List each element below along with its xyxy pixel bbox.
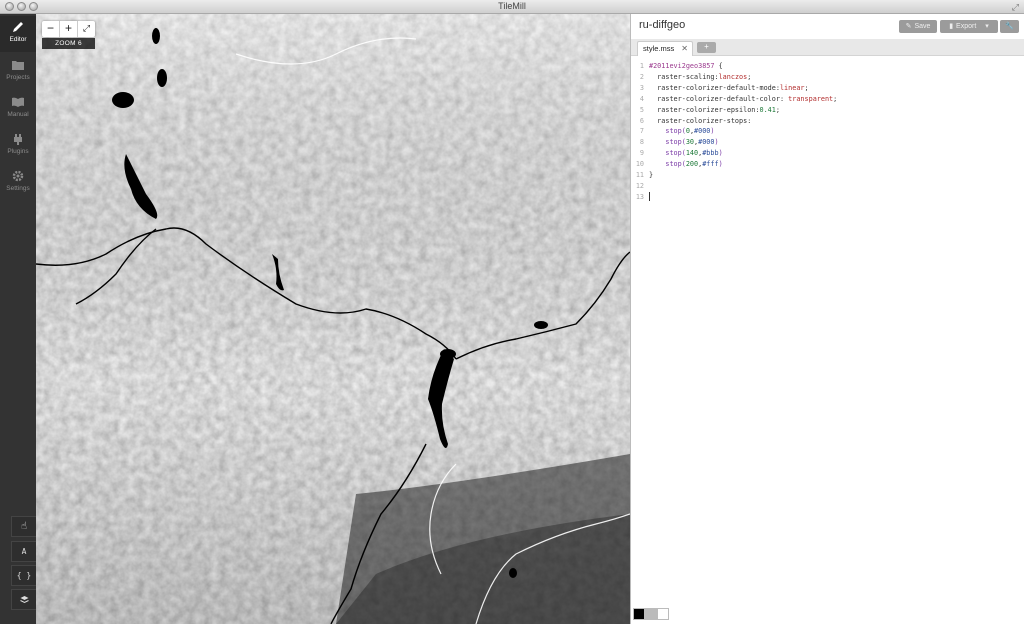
code-text: stop(140,#bbb) xyxy=(665,149,723,158)
tool-layers-button[interactable] xyxy=(11,589,36,610)
layers-icon xyxy=(19,596,29,604)
code-text: raster-scaling:lanczos; xyxy=(649,72,752,81)
line-number: 9 xyxy=(639,149,644,158)
window-titlebar: TileMill ⤢ xyxy=(0,0,1024,14)
zoom-level-label: ZOOM 6 xyxy=(42,38,95,49)
raster-map xyxy=(36,14,630,624)
swatch-black[interactable] xyxy=(633,608,645,620)
text-cursor xyxy=(649,192,650,201)
code-editor[interactable]: 1 #2011evi2geo3857 { 2 raster-scaling:lanc… xyxy=(631,58,1024,606)
map-view[interactable]: − + ⤢ ZOOM 6 xyxy=(36,14,630,624)
code-text: stop(0,#000) xyxy=(665,127,715,136)
sidebar-item-label: Settings xyxy=(6,185,30,192)
save-label: Save xyxy=(914,23,931,30)
fullscreen-icon[interactable]: ⤢ xyxy=(1012,2,1019,13)
sidebar-item-editor[interactable]: Editor xyxy=(0,16,36,52)
line-number: 1 xyxy=(639,62,644,70)
code-line: 6 raster-colorizer-stops: xyxy=(631,116,1024,127)
pencil-icon xyxy=(13,22,23,32)
settings-wrench-button[interactable]: 🔧 xyxy=(1000,20,1019,33)
sidebar-item-label: Plugins xyxy=(7,148,29,155)
sidebar-item-settings[interactable]: Settings xyxy=(0,165,36,201)
line-number: 13 xyxy=(635,192,644,201)
line-number: 10 xyxy=(635,160,644,169)
export-button[interactable]: ▮ Export ▾ xyxy=(940,20,998,33)
chevron-down-icon: ▾ xyxy=(985,23,989,30)
code-line: 10 stop(200,#fff) xyxy=(631,159,1024,170)
code-line: 2 raster-scaling:lanczos; xyxy=(631,72,1024,83)
export-label: Export xyxy=(956,23,977,30)
tool-pointer-button[interactable]: ☝ xyxy=(11,516,36,537)
code-text: raster-colorizer-default-color: transpar… xyxy=(649,94,838,103)
code-text: stop(200,#fff) xyxy=(665,160,723,169)
line-number: 7 xyxy=(639,127,644,136)
code-line: 7 stop(0,#000) xyxy=(631,126,1024,137)
tabs-bar: style.mss ✕ + xyxy=(631,39,1024,56)
braces-icon: { } xyxy=(16,571,32,580)
folder-icon xyxy=(12,61,24,70)
code-line: 3 raster-colorizer-default-mode:linear; xyxy=(631,83,1024,94)
line-number: 8 xyxy=(639,138,644,147)
line-number: 6 xyxy=(639,116,644,125)
line-number: 2 xyxy=(639,72,644,81)
sidebar-item-label: Editor xyxy=(9,36,27,43)
code-line: 12 xyxy=(631,181,1024,192)
project-title: ru-diffgeo xyxy=(639,19,686,31)
book-icon xyxy=(12,97,24,107)
code-text: stop(30,#000) xyxy=(665,138,719,147)
hand-pointer-icon: ☝ xyxy=(20,521,28,532)
code-line: 8 stop(30,#000) xyxy=(631,137,1024,148)
swatch-gray[interactable] xyxy=(645,608,657,620)
code-text: #2011evi2geo3857 { xyxy=(649,62,723,70)
line-number: 4 xyxy=(639,94,644,103)
pencil-icon: ✎ xyxy=(905,23,912,30)
add-tab-button[interactable]: + xyxy=(697,42,716,53)
tool-font-button[interactable]: A xyxy=(11,541,36,562)
swatch-white[interactable] xyxy=(657,608,669,620)
save-button[interactable]: ✎ Save xyxy=(899,20,937,33)
code-line: 13 xyxy=(631,192,1024,203)
wrench-icon: 🔧 xyxy=(1005,23,1014,30)
sidebar-item-label: Manual xyxy=(7,111,29,118)
zoom-out-button[interactable]: − xyxy=(42,21,60,37)
sidebar-item-manual[interactable]: Manual xyxy=(0,91,36,127)
gear-icon xyxy=(12,170,24,182)
close-icon[interactable]: ✕ xyxy=(681,42,688,56)
sidebar-item-label: Projects xyxy=(6,74,30,81)
sidebar-item-projects[interactable]: Projects xyxy=(0,54,36,90)
code-line: 5 raster-colorizer-epsilon:0.41; xyxy=(631,105,1024,116)
line-number: 12 xyxy=(635,181,644,190)
code-text: raster-colorizer-stops: xyxy=(649,116,752,125)
window-title: TileMill xyxy=(498,1,526,11)
code-line: 1 #2011evi2geo3857 { xyxy=(631,61,1024,72)
plug-icon xyxy=(14,134,22,145)
document-icon: ▮ xyxy=(949,23,954,30)
line-number: 3 xyxy=(639,83,644,92)
code-text: } xyxy=(649,171,654,179)
font-icon: A xyxy=(21,547,27,556)
line-number: 5 xyxy=(639,105,644,114)
code-text: raster-colorizer-epsilon:0.41; xyxy=(649,105,780,114)
editor-panel: ru-diffgeo ✎ Save ▮ Export ▾ 🔧 style.mss… xyxy=(630,14,1024,624)
code-line: 9 stop(140,#bbb) xyxy=(631,148,1024,159)
tab-label: style.mss xyxy=(643,44,675,53)
zoom-in-button[interactable]: + xyxy=(60,21,78,37)
zoom-controls: − + ⤢ xyxy=(42,21,95,37)
line-number: 11 xyxy=(635,171,644,179)
code-line: 11} xyxy=(631,170,1024,181)
code-line: 4 raster-colorizer-default-color: transp… xyxy=(631,94,1024,105)
map-fullscreen-button[interactable]: ⤢ xyxy=(78,21,95,37)
tab-style-mss[interactable]: style.mss ✕ xyxy=(637,41,693,56)
sidebar-item-plugins[interactable]: Plugins xyxy=(0,128,36,164)
code-text: raster-colorizer-default-mode:linear; xyxy=(649,83,809,92)
color-swatches xyxy=(633,608,669,620)
tool-carto-button[interactable]: { } xyxy=(11,565,36,586)
sidebar: Editor Projects Manual Plugins Settings … xyxy=(0,14,36,624)
